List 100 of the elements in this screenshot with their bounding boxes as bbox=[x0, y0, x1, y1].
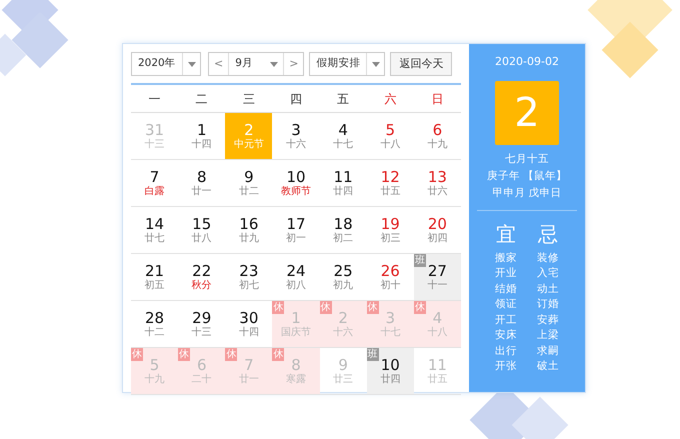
lunar-date: 十二 bbox=[144, 326, 165, 338]
holiday-tag: 班 bbox=[366, 348, 379, 361]
day-number: 8 bbox=[196, 168, 206, 186]
year-info: 庚子年 【鼠年】 bbox=[486, 168, 568, 184]
day-cell[interactable]: 23 初七 bbox=[225, 254, 272, 301]
yi-item: 安床 bbox=[495, 328, 517, 343]
lunar-date: 初四 bbox=[427, 232, 448, 244]
lunar-date: 廿八 bbox=[192, 232, 212, 244]
ji-item: 入宅 bbox=[537, 266, 559, 281]
lunar-date: 廿五 bbox=[380, 186, 400, 198]
day-cell[interactable]: 13 廿六 bbox=[414, 160, 461, 207]
lunar-date: 廿六 bbox=[427, 186, 448, 198]
day-number: 11 bbox=[334, 168, 353, 186]
day-number: 16 bbox=[239, 216, 258, 233]
day-number: 31 bbox=[145, 122, 164, 139]
day-number: 5 bbox=[386, 122, 396, 139]
day-number: 3 bbox=[386, 310, 396, 327]
lunar-date: 廿九 bbox=[238, 232, 259, 244]
day-number: 22 bbox=[192, 262, 212, 280]
day-number: 2 bbox=[244, 122, 254, 139]
day-cell[interactable]: 17 初一 bbox=[272, 207, 320, 254]
holiday-tag: 休 bbox=[178, 348, 190, 361]
lunar-date: 初一 bbox=[286, 232, 306, 244]
lunar-date: 十四 bbox=[192, 138, 212, 150]
weekday-label: 三 bbox=[242, 90, 256, 108]
lunar-date: 十三 bbox=[192, 326, 212, 338]
yi-item: 开工 bbox=[495, 312, 517, 328]
holiday-tag: 休 bbox=[272, 348, 284, 361]
day-cell[interactable]: 21 初五 bbox=[131, 254, 178, 301]
day-cell[interactable]: 9 廿二 bbox=[225, 160, 272, 207]
day-cell[interactable]: 6 十九 bbox=[414, 113, 461, 160]
ji-item: 订婚 bbox=[537, 297, 559, 312]
day-cell[interactable]: 班 10 廿四 bbox=[366, 348, 414, 395]
day-number: 25 bbox=[334, 262, 353, 280]
yi-item: 结婚 bbox=[495, 282, 517, 296]
day-number: 1 bbox=[196, 122, 206, 139]
day-number: 4 bbox=[338, 122, 348, 139]
yi-item: 开业 bbox=[495, 266, 517, 281]
weekday-label: 一 bbox=[148, 90, 162, 108]
weekday-label: 二 bbox=[194, 90, 209, 108]
weekday-label: 日 bbox=[430, 90, 444, 108]
selected-date: 2020-09-02 bbox=[495, 54, 559, 70]
holiday-tag: 休 bbox=[225, 348, 238, 361]
day-cell[interactable]: 19 初三 bbox=[366, 207, 414, 254]
holiday-dropdown[interactable]: 假期安排 bbox=[309, 52, 386, 76]
lunar-date: 廿一 bbox=[192, 186, 212, 198]
yi-item: 领证 bbox=[495, 297, 517, 312]
today-button[interactable]: 返回今天 bbox=[390, 52, 452, 76]
lunar-date: 十六 bbox=[333, 326, 354, 338]
big-day-number: 2 bbox=[495, 80, 559, 144]
day-number: 12 bbox=[380, 168, 400, 186]
day-number: 29 bbox=[192, 310, 212, 327]
day-cell[interactable]: 22 秋分 bbox=[178, 254, 226, 301]
lunar-date: 十六 bbox=[286, 138, 306, 150]
day-cell[interactable]: 11 廿四 bbox=[320, 160, 367, 207]
day-cell[interactable]: 12 廿五 bbox=[366, 160, 414, 207]
day-cell[interactable]: 7 白露 bbox=[131, 160, 178, 207]
weekday-label: 五 bbox=[336, 90, 350, 108]
day-number: 9 bbox=[338, 356, 348, 374]
day-number: 7 bbox=[244, 356, 254, 374]
lunar-date: 廿一 bbox=[238, 374, 259, 386]
day-number: 15 bbox=[192, 216, 212, 233]
lunar-date: 十九 bbox=[144, 374, 165, 386]
lunar-date: 廿四 bbox=[380, 374, 400, 386]
lunar-date: 廿五 bbox=[427, 374, 448, 386]
day-cell[interactable]: 16 廿九 bbox=[225, 207, 272, 254]
day-number: 6 bbox=[196, 356, 206, 374]
day-cell[interactable]: 10 教师节 bbox=[272, 160, 320, 207]
day-cell[interactable]: 15 廿八 bbox=[178, 207, 226, 254]
holiday-tag: 休 bbox=[414, 301, 426, 314]
day-cell[interactable]: 14 廿七 bbox=[131, 207, 178, 254]
day-cell[interactable]: 4 十七 bbox=[320, 113, 367, 160]
yi-item: 搬家 bbox=[495, 250, 517, 266]
ji-item: 上梁 bbox=[537, 328, 559, 343]
day-number: 1 bbox=[291, 310, 301, 327]
day-number: 21 bbox=[145, 262, 164, 280]
day-number: 13 bbox=[428, 168, 447, 186]
day-cell[interactable]: 18 初二 bbox=[320, 207, 367, 254]
ji-item: 安葬 bbox=[537, 312, 559, 328]
holiday-tag: 休 bbox=[320, 301, 332, 314]
lunar-date: 十四 bbox=[238, 326, 259, 338]
day-cell[interactable]: 5 十八 bbox=[366, 113, 414, 160]
ganzhi-info: 甲申月 戊申日 bbox=[492, 186, 562, 200]
day-number: 5 bbox=[150, 356, 160, 374]
lunar-date: 廿二 bbox=[238, 186, 259, 198]
weekday-label: 四 bbox=[288, 90, 303, 108]
day-number: 17 bbox=[286, 216, 306, 233]
day-number: 26 bbox=[380, 262, 400, 280]
lunar-date: 初五 bbox=[144, 280, 165, 292]
lunar-date: 初七 bbox=[238, 280, 259, 292]
day-cell[interactable]: 8 廿一 bbox=[178, 160, 226, 207]
day-cell[interactable]: 3 十六 bbox=[272, 113, 320, 160]
year-dropdown[interactable]: 2020年 bbox=[131, 52, 201, 76]
day-number: 4 bbox=[432, 310, 442, 327]
lunar-date: 寒露 bbox=[286, 374, 306, 386]
day-number: 9 bbox=[244, 168, 254, 186]
day-cell[interactable]: 班 27 十一 bbox=[414, 254, 461, 301]
day-number: 18 bbox=[334, 216, 353, 233]
lunar-date: 教师节 bbox=[280, 186, 311, 198]
holiday-tag: 班 bbox=[414, 254, 426, 267]
